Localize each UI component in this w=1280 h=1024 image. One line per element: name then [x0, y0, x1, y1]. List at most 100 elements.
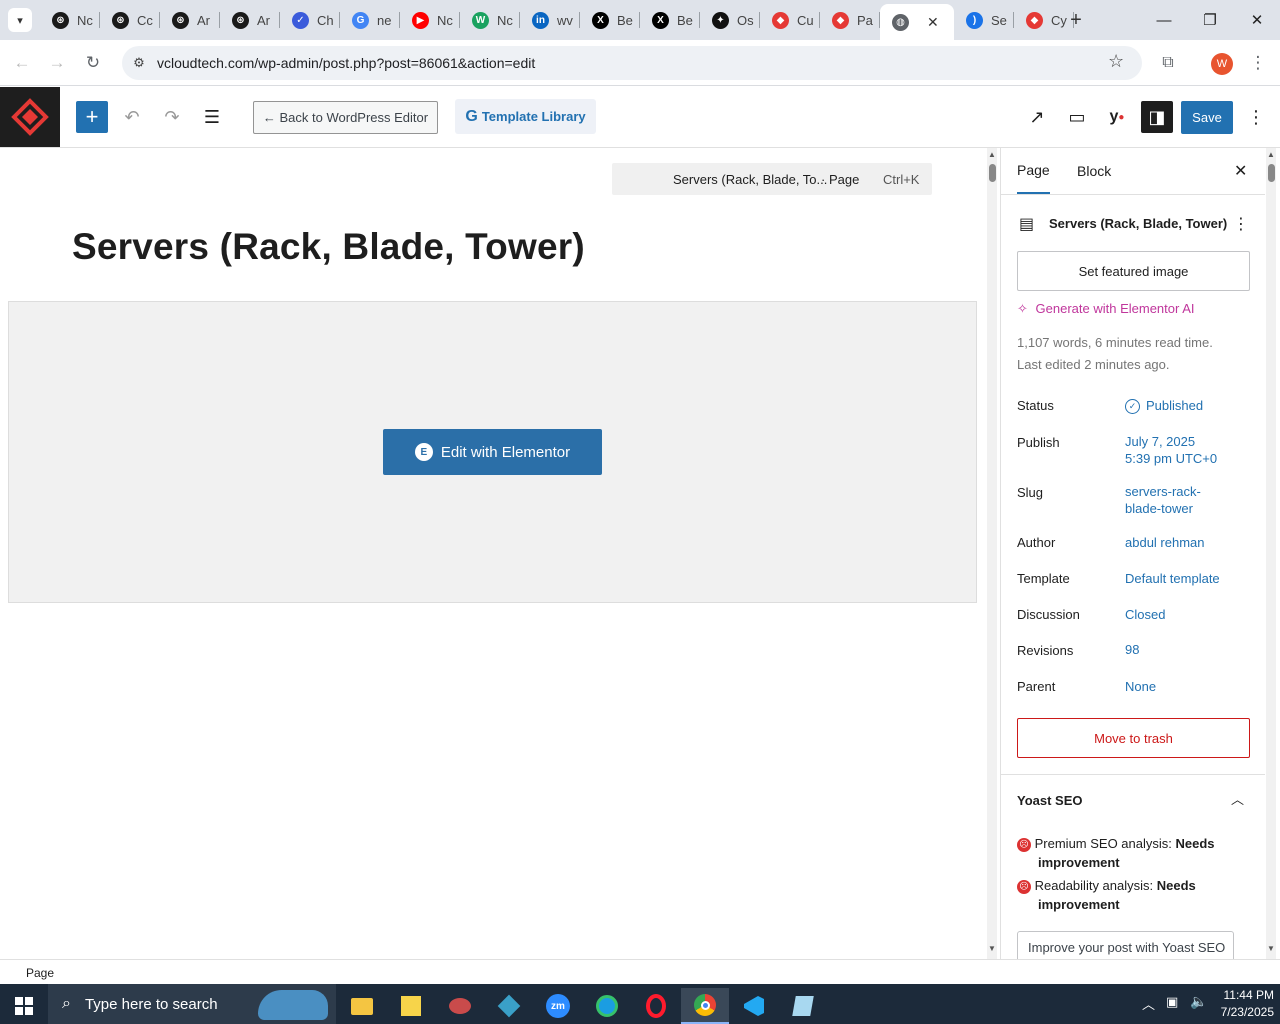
- template-value[interactable]: Default template: [1125, 570, 1220, 587]
- author-value[interactable]: abdul rehman: [1125, 534, 1205, 551]
- browser-tab[interactable]: X Be: [580, 6, 640, 34]
- parent-value[interactable]: None: [1125, 678, 1156, 695]
- breadcrumb-page[interactable]: Page: [26, 966, 54, 980]
- publish-label: Publish: [1017, 435, 1060, 450]
- profile-avatar[interactable]: W: [1211, 53, 1233, 75]
- browser-tab[interactable]: ⊛ Nc: [40, 6, 100, 34]
- window-close-button[interactable]: ✕: [1234, 0, 1280, 40]
- editor-canvas: Servers (Rack, Blade, To... · Page Ctrl+…: [0, 148, 1000, 959]
- redo-icon[interactable]: ↷: [156, 101, 188, 133]
- maximize-button[interactable]: ❐: [1187, 0, 1233, 40]
- browser-tab[interactable]: ◆ Cu: [760, 6, 820, 34]
- improve-with-yoast-button[interactable]: Improve your post with Yoast SEO: [1017, 931, 1234, 959]
- file-explorer-icon[interactable]: [338, 988, 386, 1024]
- browser-tab[interactable]: ) Se: [954, 6, 1014, 34]
- page-name: Servers (Rack, Blade, Tower): [1049, 216, 1228, 231]
- taskbar-search-placeholder: Type here to search: [84, 995, 218, 1013]
- vscode-icon[interactable]: [730, 988, 778, 1024]
- extensions-icon[interactable]: ⧉: [1153, 48, 1183, 78]
- forward-nav-button[interactable]: →: [42, 48, 72, 78]
- template-library-button[interactable]: G Template Library: [455, 99, 596, 134]
- save-button[interactable]: Save: [1181, 101, 1233, 134]
- document-overview-icon[interactable]: ☰: [196, 101, 228, 133]
- readability-status-line2: improvement: [1038, 897, 1120, 912]
- set-featured-image-button[interactable]: Set featured image: [1017, 251, 1250, 291]
- browser-tab[interactable]: in wv: [520, 6, 580, 34]
- scroll-up-arrow-icon[interactable]: ▲: [988, 150, 996, 159]
- clock[interactable]: 11:44 PM 7/23/2025: [1212, 987, 1274, 1021]
- canvas-scroll-thumb[interactable]: [989, 164, 996, 182]
- app-diamond-icon[interactable]: [485, 988, 533, 1024]
- edit-with-elementor-label: Edit with Elementor: [440, 443, 571, 461]
- chrome-icon[interactable]: [681, 988, 729, 1024]
- new-tab-button[interactable]: +: [1064, 8, 1088, 32]
- taskbar-search-box[interactable]: ⌕ Type here to search: [48, 984, 336, 1024]
- site-logo-icon[interactable]: [0, 87, 60, 147]
- preview-device-icon[interactable]: ▭: [1061, 101, 1093, 133]
- generate-with-ai-link[interactable]: ✧ Generate with Elementor AI: [1017, 301, 1195, 317]
- browser-tab[interactable]: W Nc: [460, 6, 520, 34]
- close-sidebar-icon[interactable]: ✕: [1234, 148, 1247, 194]
- browser-tab-strip: ▾ ⊛ Nc ⊛ Cc ⊛ Ar ⊛ Ar ✓ Ch Gne ▶ Nc W Nc in wv X Be X Be ✦ Os ◆…: [0, 0, 1280, 40]
- browser-tab-label: Nc: [437, 12, 453, 28]
- page-actions-icon[interactable]: ⋮: [1233, 214, 1249, 234]
- back-nav-button[interactable]: ←: [7, 48, 37, 78]
- notepad-icon[interactable]: [779, 988, 827, 1024]
- status-value[interactable]: ✓ Published: [1125, 397, 1203, 415]
- browser-tab[interactable]: ✦ Os: [700, 6, 760, 34]
- tab-search-dropdown[interactable]: ▾: [8, 8, 32, 32]
- options-menu-icon[interactable]: ⋮: [1240, 101, 1272, 133]
- volume-icon[interactable]: 🔈: [1190, 993, 1207, 1010]
- scroll-down-arrow-icon[interactable]: ▼: [988, 944, 996, 953]
- windows-start-icon[interactable]: [0, 988, 48, 1024]
- view-post-external-icon[interactable]: ↗: [1021, 101, 1053, 133]
- back-to-wordpress-editor-button[interactable]: ← Back to WordPress Editor: [253, 101, 438, 134]
- browser-tab[interactable]: ◆ Pa: [820, 6, 880, 34]
- sidebar-scroll-down-icon[interactable]: ▼: [1267, 944, 1275, 953]
- edit-with-elementor-button[interactable]: E Edit with Elementor: [383, 429, 602, 475]
- zoom-icon[interactable]: zm: [534, 988, 582, 1024]
- tab-page[interactable]: Page: [1017, 148, 1050, 194]
- command-palette-bar[interactable]: Servers (Rack, Blade, To... · Page Ctrl+…: [612, 163, 932, 195]
- sidebar-scrollbar[interactable]: ▲ ▼: [1266, 148, 1276, 959]
- opera-icon[interactable]: [632, 988, 680, 1024]
- template-library-label: Template Library: [481, 109, 586, 124]
- move-to-trash-button[interactable]: Move to trash: [1017, 718, 1250, 758]
- minimize-button[interactable]: —: [1141, 0, 1187, 40]
- browser-menu-icon[interactable]: ⋮: [1243, 48, 1273, 78]
- yoast-icon[interactable]: y ●: [1101, 101, 1133, 133]
- browser-tab[interactable]: ⊛ Ar: [220, 6, 280, 34]
- post-title[interactable]: Servers (Rack, Blade, Tower): [72, 226, 585, 268]
- tab-block[interactable]: Block: [1077, 148, 1111, 194]
- address-bar[interactable]: ⚙ vcloudtech.com/wp-admin/post.php?post=…: [122, 46, 1142, 80]
- browser-tab[interactable]: ◍ ✕: [880, 4, 954, 40]
- reload-button[interactable]: ↻: [78, 48, 108, 78]
- browser-tab[interactable]: Gne: [340, 6, 400, 34]
- yoast-collapse-icon[interactable]: ︿: [1231, 789, 1244, 808]
- yoast-panel-title[interactable]: Yoast SEO: [1017, 793, 1083, 808]
- browser-tab[interactable]: X Be: [640, 6, 700, 34]
- site-info-icon[interactable]: ⚙: [130, 54, 148, 72]
- sticky-notes-icon[interactable]: [387, 988, 435, 1024]
- undo-icon[interactable]: ↶: [116, 101, 148, 133]
- slug-value[interactable]: servers-rack- blade-tower: [1125, 483, 1201, 517]
- publish-date-value[interactable]: July 7, 2025 5:39 pm UTC+0: [1125, 433, 1217, 467]
- browser-tab[interactable]: ⊛ Ar: [160, 6, 220, 34]
- sidebar-scroll-up-icon[interactable]: ▲: [1267, 150, 1275, 159]
- star-icon: ✦: [712, 11, 729, 29]
- close-tab-icon[interactable]: ✕: [927, 14, 939, 31]
- canvas-scrollbar[interactable]: ▲ ▼: [987, 148, 997, 959]
- revisions-value[interactable]: 98: [1125, 641, 1139, 658]
- settings-sidebar-toggle-icon[interactable]: ◨: [1141, 101, 1173, 133]
- discussion-value[interactable]: Closed: [1125, 606, 1165, 623]
- bookmark-star-icon[interactable]: ☆: [1108, 51, 1124, 72]
- network-icon[interactable]: ▣: [1166, 994, 1178, 1010]
- edge-icon[interactable]: [583, 988, 631, 1024]
- paint-icon[interactable]: [436, 988, 484, 1024]
- tray-overflow-icon[interactable]: ︿: [1142, 994, 1155, 1013]
- browser-tab[interactable]: ▶ Nc: [400, 6, 460, 34]
- browser-tab[interactable]: ⊛ Cc: [100, 6, 160, 34]
- sidebar-scroll-thumb[interactable]: [1268, 164, 1275, 182]
- browser-tab[interactable]: ✓ Ch: [280, 6, 340, 34]
- add-block-button[interactable]: +: [76, 101, 108, 133]
